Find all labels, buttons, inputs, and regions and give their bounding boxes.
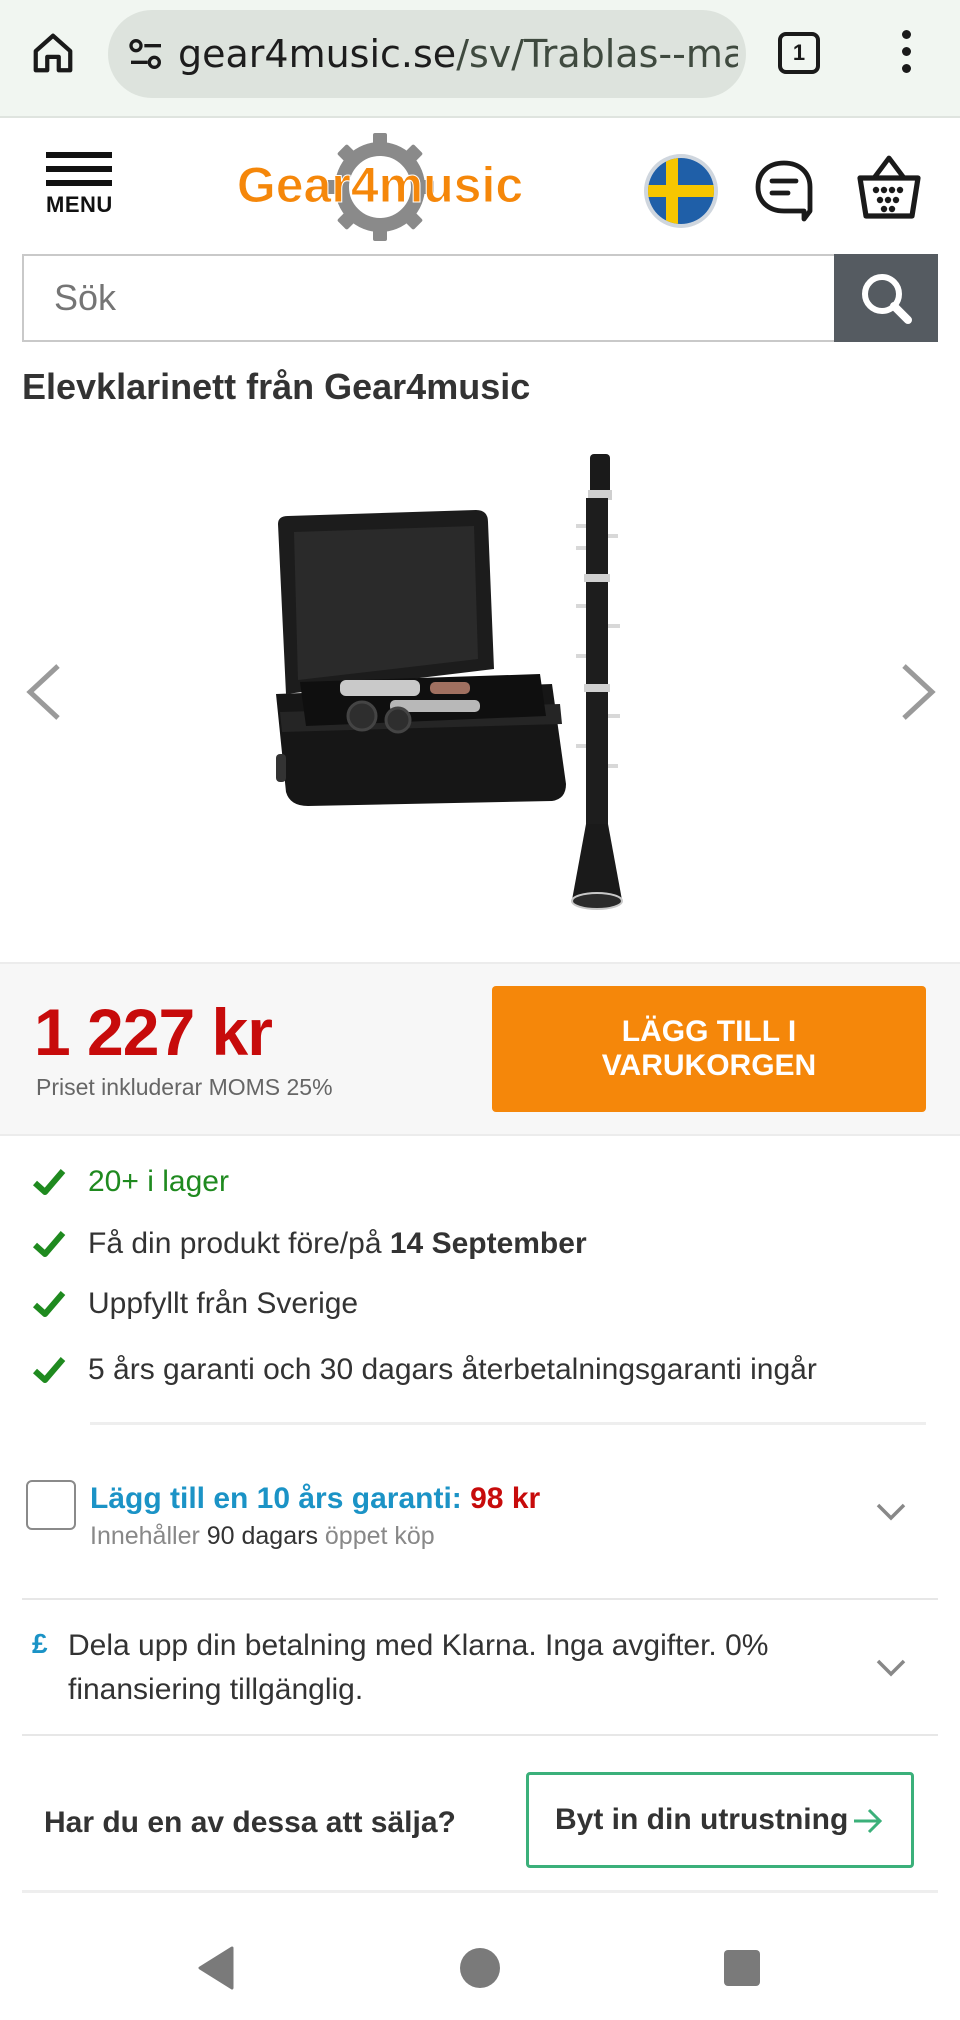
chevron-down-icon[interactable] [874,1656,908,1680]
pound-icon: £ [32,1628,48,1659]
checklist-item-delivery: Få din produkt före/på 14 September [32,1224,587,1264]
hamburger-icon [46,152,112,158]
home-icon[interactable] [30,30,76,76]
recent-apps-icon[interactable] [724,1950,760,1986]
checklist-item-fulfilled: Uppfyllt från Sverige [32,1284,358,1324]
guarantee-text: 5 års garanti och 30 dagars återbetalnin… [88,1353,817,1386]
delivery-date: 14 September [389,1227,587,1260]
klarna-financing-text[interactable]: Dela upp din betalning med Klarna. Inga … [68,1624,868,1712]
checkmark-icon [32,1169,66,1195]
sell-question: Har du en av dessa att sälja? [44,1806,456,1839]
chat-icon[interactable] [752,156,816,226]
divider [22,1890,938,1893]
url-text: gear4music.se/sv/Trablas--ma [178,32,738,76]
back-icon[interactable] [196,1946,236,1990]
product-image[interactable] [270,454,660,920]
warranty-subtext: Innehåller 90 dagars öppet köp [90,1522,435,1550]
chevron-down-icon[interactable] [874,1500,908,1524]
search-button[interactable] [834,254,938,342]
gear4music-logo[interactable]: Gear4music [220,132,540,242]
vat-note: Priset inkluderar MOMS 25% [36,1074,333,1100]
basket-icon[interactable] [856,152,922,222]
add-to-cart-button[interactable]: LÄGG TILL I VARUKORGEN [492,986,926,1112]
more-options-icon[interactable] [896,30,916,78]
tab-switcher-button[interactable]: 1 [778,32,820,74]
delivery-text: Få din produkt före/på 14 September [88,1227,587,1260]
divider [22,1734,938,1736]
checklist-item-stock: 20+ i lager [32,1162,229,1202]
warranty-price: 98 kr [470,1482,541,1515]
menu-button[interactable]: MENU [46,152,118,222]
home-button-icon[interactable] [460,1948,500,1988]
product-title: Elevklarinett från Gear4music [22,366,531,407]
warranty-checkbox[interactable] [26,1480,76,1530]
menu-label: MENU [46,192,113,217]
checkmark-icon [32,1231,66,1257]
checkmark-icon [32,1291,66,1317]
arrow-right-icon [854,1808,883,1834]
fulfilled-text: Uppfyllt från Sverige [88,1287,359,1320]
sweden-flag-icon[interactable] [648,158,714,224]
trade-in-label: Byt in din utrustning [555,1803,849,1836]
divider [90,1422,926,1425]
svg-text:Gear4music: Gear4music [237,157,523,213]
product-price: 1 227 kr [34,995,273,1069]
trade-in-button[interactable]: Byt in din utrustning [526,1772,914,1868]
stock-status: 20+ i lager [88,1165,229,1198]
checkmark-icon [32,1357,66,1383]
divider [22,1598,938,1600]
gallery-next-icon[interactable] [896,660,940,724]
warranty-title[interactable]: Lägg till en 10 års garanti: 98 kr [90,1482,540,1516]
browser-toolbar: gear4music.se/sv/Trablas--ma 1 [0,0,960,118]
gallery-previous-icon[interactable] [22,660,66,724]
address-bar[interactable]: gear4music.se/sv/Trablas--ma [108,10,746,98]
checklist-item-guarantee: 5 års garanti och 30 dagars återbetalnin… [32,1350,817,1390]
search-icon [862,274,912,324]
site-settings-icon[interactable] [126,34,166,74]
search-input[interactable] [22,254,838,342]
